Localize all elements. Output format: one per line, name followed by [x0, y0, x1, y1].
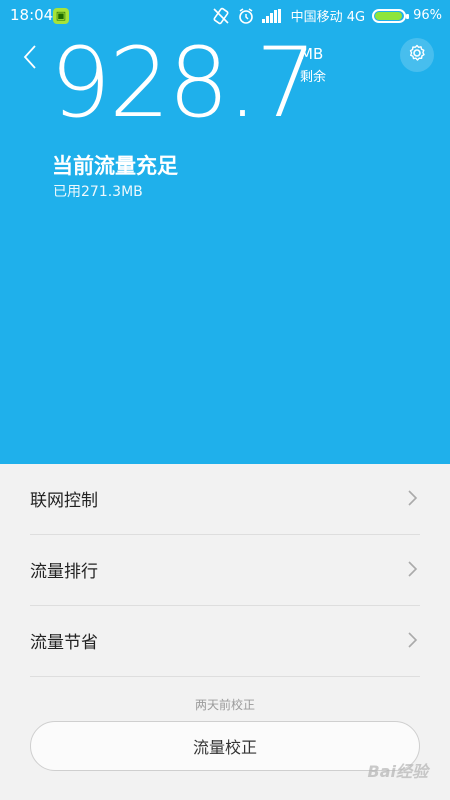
alarm-icon	[237, 7, 255, 25]
remaining-label: 剩余	[300, 70, 327, 85]
chevron-right-icon	[406, 488, 420, 508]
calibration-hint: 两天前校正	[194, 698, 255, 712]
menu-item-network-control[interactable]: 联网控制	[30, 464, 420, 535]
menu-list: 联网控制 流量排行 流量节省	[0, 464, 450, 677]
remaining-value: 928.7	[50, 27, 317, 139]
chevron-right-icon	[406, 559, 420, 579]
menu-item-label: 流量节省	[30, 633, 98, 653]
unit-label: MB	[300, 45, 324, 63]
status-time: 18:04	[10, 6, 54, 24]
status-right: 中国移动 4G 96%	[212, 6, 442, 25]
app-notification-icon: ▣	[53, 8, 69, 24]
menu-item-label: 流量排行	[30, 562, 98, 582]
menu-item-traffic-saving[interactable]: 流量节省	[30, 606, 420, 677]
chevron-right-icon	[406, 630, 420, 650]
battery-icon	[372, 8, 410, 23]
menu-item-label: 联网控制	[30, 491, 98, 511]
settings-button[interactable]	[400, 38, 434, 72]
signal-icon	[261, 8, 284, 23]
carrier-label: 中国移动 4G	[290, 10, 366, 25]
usage-status-title: 当前流量充足	[52, 154, 178, 178]
back-icon[interactable]	[14, 40, 48, 74]
used-amount: 已用271.3MB	[53, 184, 143, 200]
battery-percent: 96%	[413, 8, 442, 23]
calibrate-button[interactable]: 流量校正	[30, 721, 420, 771]
gear-icon	[407, 43, 427, 67]
menu-item-traffic-ranking[interactable]: 流量排行	[30, 535, 420, 606]
header-panel: 18:04 ▣ 中国移动 4G 96% 928.7 MB 剩余 当前流量充足 已…	[0, 0, 450, 464]
rotation-lock-icon	[212, 7, 230, 25]
watermark-logo: Bai经验	[367, 762, 428, 781]
